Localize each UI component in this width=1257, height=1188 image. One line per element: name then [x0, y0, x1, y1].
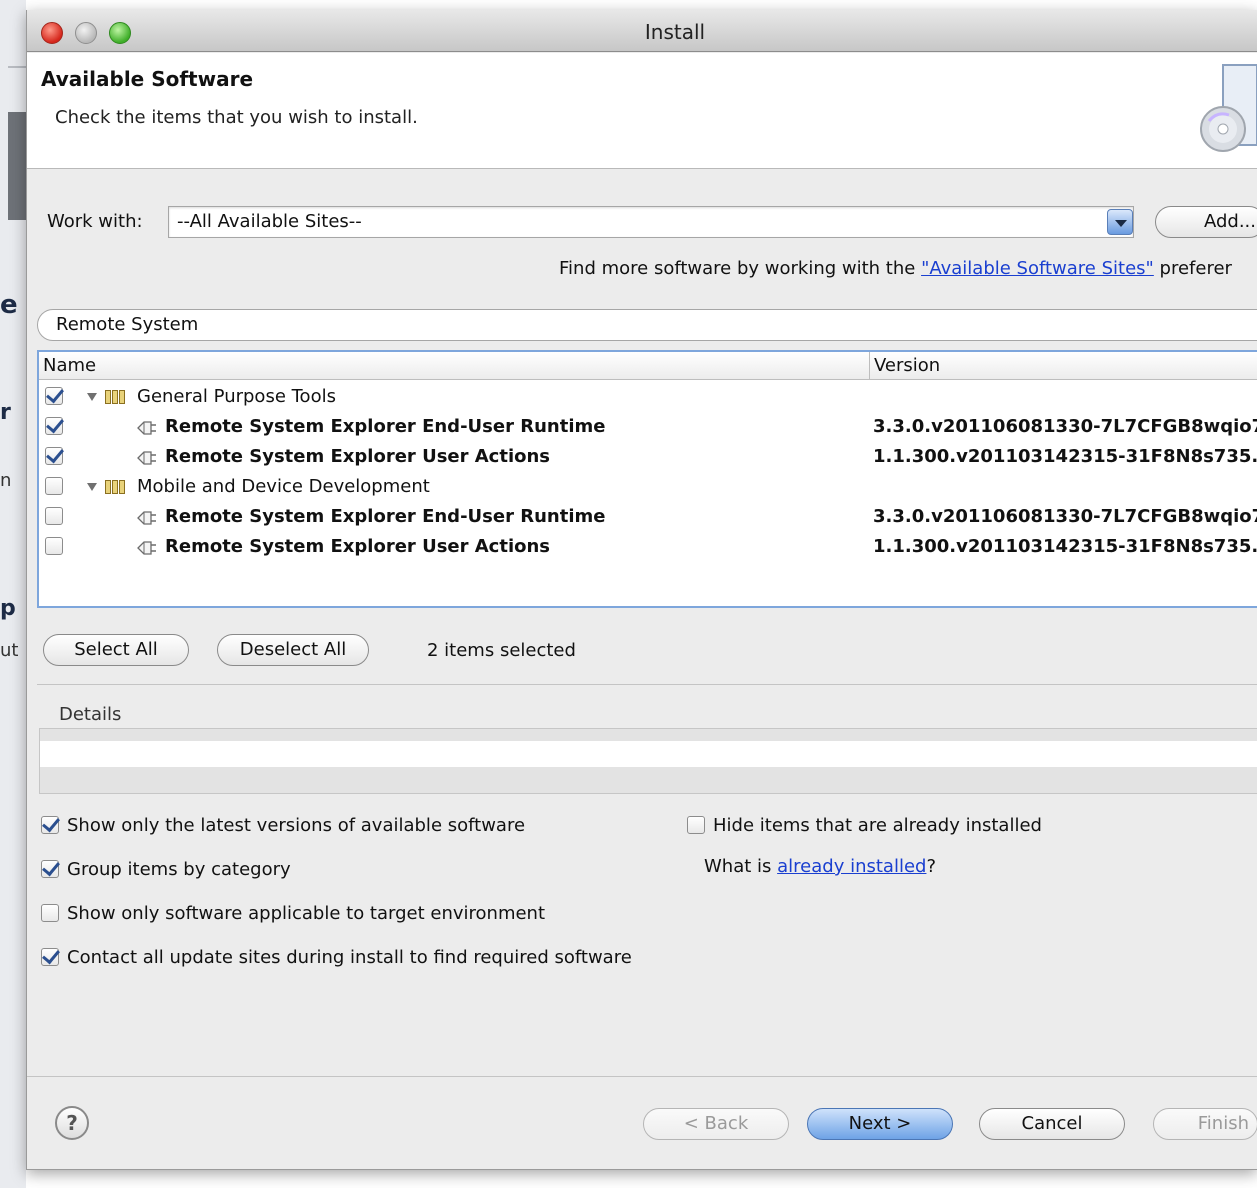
available-software-sites-link[interactable]: "Available Software Sites": [921, 258, 1154, 279]
row-version: 1.1.300.v201103142315-31F8N8s735.: [873, 446, 1257, 467]
wizard-banner: Available Software Check the items that …: [27, 53, 1257, 169]
category-icon: [105, 480, 125, 494]
feature-plugin-icon: [137, 421, 156, 435]
background-text-fragment: ut: [0, 640, 19, 661]
filter-input[interactable]: Remote System: [37, 309, 1257, 341]
work-with-label: Work with:: [47, 211, 143, 232]
tree-row-feature[interactable]: Remote System Explorer User Actions 1.1.…: [39, 532, 1257, 562]
tree-row-feature[interactable]: Remote System Explorer User Actions 1.1.…: [39, 442, 1257, 472]
group-by-category-label: Group items by category: [67, 859, 291, 880]
option-target-environment[interactable]: Show only software applicable to target …: [41, 903, 545, 924]
help-icon[interactable]: ?: [55, 1106, 89, 1140]
background-window: e r n p ut: [0, 0, 26, 1188]
category-icon: [105, 390, 125, 404]
back-button[interactable]: < Back: [643, 1108, 789, 1140]
row-label: Remote System Explorer End-User Runtime: [165, 416, 606, 437]
row-checkbox[interactable]: [45, 477, 63, 495]
window-title: Install: [644, 20, 706, 44]
target-environment-checkbox[interactable]: [41, 904, 59, 922]
cancel-button[interactable]: Cancel: [979, 1108, 1125, 1140]
row-checkbox[interactable]: [45, 417, 63, 435]
background-dark-panel: [8, 112, 26, 220]
section-divider: [37, 684, 1257, 685]
row-checkbox[interactable]: [45, 447, 63, 465]
row-label: Remote System Explorer User Actions: [165, 536, 551, 557]
find-more-suffix: preferer: [1153, 258, 1232, 279]
what-is-prefix: What is: [704, 856, 778, 877]
footer-divider: [27, 1076, 1257, 1077]
page-title: Available Software: [41, 67, 254, 91]
background-text-fragment: r: [0, 400, 11, 425]
background-divider: [8, 66, 26, 68]
row-label: Mobile and Device Development: [137, 476, 430, 497]
what-is-suffix: ?: [926, 856, 937, 877]
latest-versions-checkbox[interactable]: [41, 816, 59, 834]
tree-row-category[interactable]: Mobile and Device Development: [39, 472, 1257, 502]
option-hide-installed[interactable]: Hide items that are already installed: [687, 815, 1042, 836]
row-checkbox[interactable]: [45, 387, 63, 405]
what-is-installed-text: What is already installed?: [704, 856, 936, 877]
background-text-fragment: p: [0, 596, 16, 621]
contact-sites-checkbox[interactable]: [41, 948, 59, 966]
work-with-value: --All Available Sites--: [177, 211, 362, 232]
next-button[interactable]: Next >: [807, 1108, 953, 1140]
feature-plugin-icon: [137, 541, 156, 555]
install-cd-icon: [1200, 64, 1257, 152]
row-checkbox[interactable]: [45, 507, 63, 525]
hide-installed-label: Hide items that are already installed: [713, 815, 1042, 836]
row-label: Remote System Explorer End-User Runtime: [165, 506, 606, 527]
details-panel: [39, 728, 1257, 794]
feature-plugin-icon: [137, 511, 156, 525]
target-environment-label: Show only software applicable to target …: [67, 903, 546, 924]
contact-sites-label: Contact all update sites during install …: [67, 947, 632, 968]
background-text-fragment: n: [0, 470, 12, 491]
column-header-version[interactable]: Version: [869, 352, 944, 380]
row-label: Remote System Explorer User Actions: [165, 446, 551, 467]
row-label: General Purpose Tools: [137, 386, 336, 407]
find-more-text: Find more software by working with the "…: [559, 258, 1232, 279]
selection-status: 2 items selected: [427, 640, 576, 661]
group-by-category-checkbox[interactable]: [41, 860, 59, 878]
tree-row-feature[interactable]: Remote System Explorer End-User Runtime …: [39, 502, 1257, 532]
page-description: Check the items that you wish to install…: [55, 107, 418, 128]
row-version: 3.3.0.v201106081330-7L7CFGB8wqio7: [873, 416, 1257, 437]
expand-triangle-icon[interactable]: [87, 483, 97, 491]
finish-button[interactable]: Finish: [1153, 1108, 1257, 1140]
find-more-prefix: Find more software by working with the: [559, 258, 922, 279]
option-group-by-category[interactable]: Group items by category: [41, 859, 291, 880]
software-tree[interactable]: Name Version General Purpose Tools Remot…: [37, 350, 1257, 608]
already-installed-link[interactable]: already installed: [777, 856, 926, 877]
row-version: 3.3.0.v201106081330-7L7CFGB8wqio7: [873, 506, 1257, 527]
work-with-combo[interactable]: --All Available Sites--: [168, 206, 1134, 238]
feature-plugin-icon: [137, 451, 156, 465]
deselect-all-button[interactable]: Deselect All: [217, 634, 369, 666]
tree-row-category[interactable]: General Purpose Tools: [39, 382, 1257, 412]
install-dialog: Install Available Software Check the ite…: [26, 10, 1257, 1170]
title-bar[interactable]: Install: [27, 10, 1257, 52]
option-latest-versions[interactable]: Show only the latest versions of availab…: [41, 815, 525, 836]
background-text-fragment: e: [0, 290, 18, 320]
row-version: 1.1.300.v201103142315-31F8N8s735.: [873, 536, 1257, 557]
details-content: [40, 741, 1257, 767]
add-site-button[interactable]: Add...: [1155, 206, 1257, 238]
hide-installed-checkbox[interactable]: [687, 816, 705, 834]
filter-value: Remote System: [56, 314, 199, 335]
latest-versions-label: Show only the latest versions of availab…: [67, 815, 526, 836]
row-checkbox[interactable]: [45, 537, 63, 555]
column-header-name[interactable]: Name: [43, 355, 96, 376]
details-label: Details: [59, 704, 122, 725]
tree-header: Name Version: [39, 352, 1257, 380]
combo-dropdown-icon[interactable]: [1107, 209, 1133, 235]
select-all-button[interactable]: Select All: [43, 634, 189, 666]
tree-row-feature[interactable]: Remote System Explorer End-User Runtime …: [39, 412, 1257, 442]
option-contact-sites[interactable]: Contact all update sites during install …: [41, 947, 632, 968]
expand-triangle-icon[interactable]: [87, 393, 97, 401]
